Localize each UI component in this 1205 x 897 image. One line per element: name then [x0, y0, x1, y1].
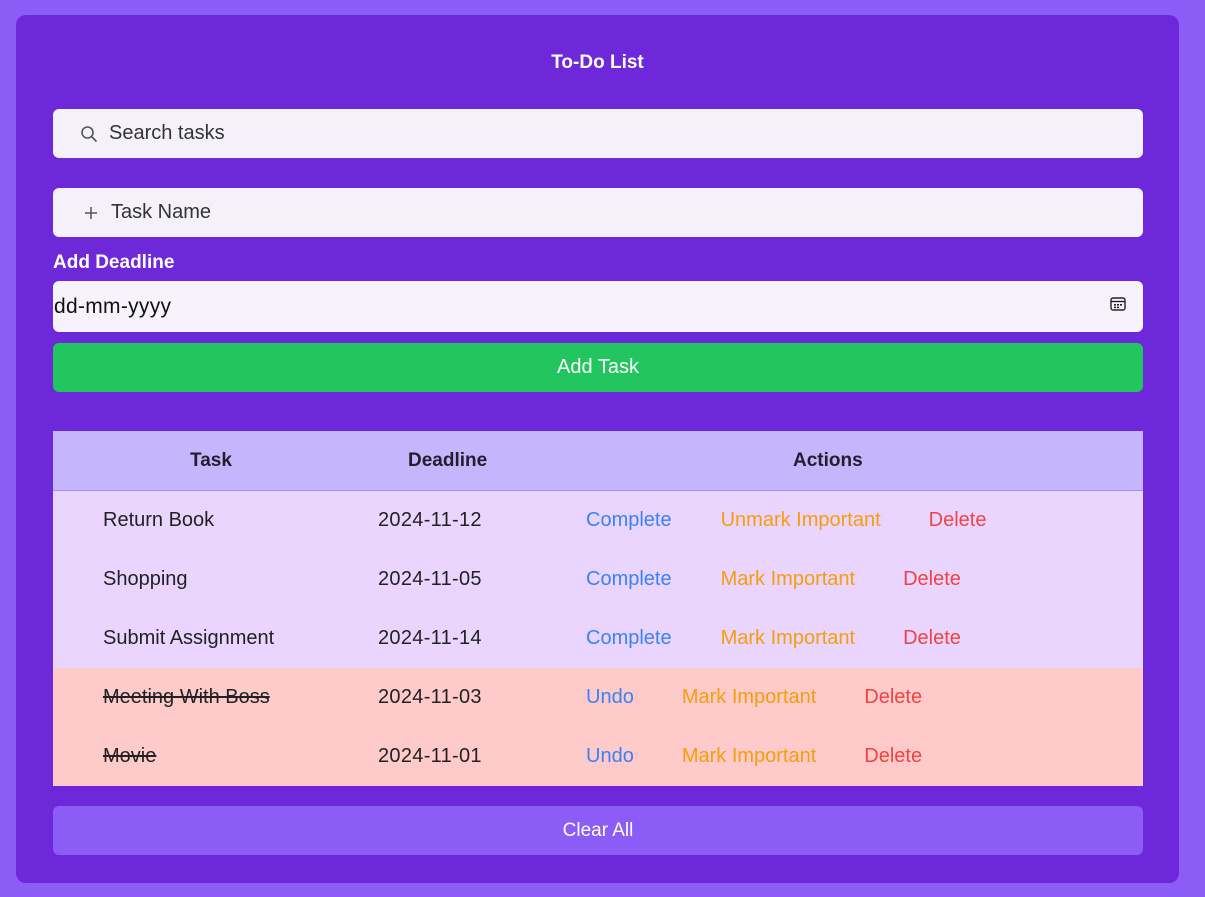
header-deadline: Deadline [408, 449, 488, 471]
table-header: Task Deadline Actions [53, 431, 1143, 491]
delete-button[interactable]: Delete [864, 745, 922, 768]
search-placeholder: Search tasks [109, 122, 225, 144]
undo-button[interactable]: Undo [586, 745, 634, 768]
task-name-placeholder: Task Name [111, 201, 212, 223]
undo-button[interactable]: Undo [586, 686, 634, 709]
task-name: Meeting With Boss [103, 686, 270, 708]
delete-button[interactable]: Delete [864, 686, 922, 709]
add-task-button[interactable]: Add Task [53, 343, 1143, 392]
task-deadline: 2024-11-14 [378, 627, 482, 649]
task-deadline: 2024-11-01 [378, 745, 482, 767]
plus-icon [81, 205, 101, 221]
task-deadline: 2024-11-05 [378, 568, 482, 590]
mark-important-button[interactable]: Mark Important [721, 627, 855, 650]
clear-all-button[interactable]: Clear All [53, 806, 1143, 855]
task-deadline: 2024-11-12 [378, 509, 482, 531]
deadline-label: Add Deadline [53, 252, 175, 273]
mark-important-button[interactable]: Mark Important [682, 686, 816, 709]
complete-button[interactable]: Complete [586, 568, 672, 591]
mark-important-button[interactable]: Mark Important [721, 568, 855, 591]
delete-button[interactable]: Delete [929, 509, 987, 532]
task-table: Task Deadline Actions Return Book 2024-1… [53, 431, 1143, 786]
table-row: Movie 2024-11-01 Undo Mark Important Del… [53, 727, 1143, 786]
table-row: Shopping 2024-11-05 Complete Mark Import… [53, 550, 1143, 609]
complete-button[interactable]: Complete [586, 509, 672, 532]
complete-button[interactable]: Complete [586, 627, 672, 650]
task-name: Submit Assignment [103, 627, 275, 649]
mark-important-button[interactable]: Mark Important [682, 745, 816, 768]
task-name: Shopping [103, 568, 188, 590]
task-name: Movie [103, 745, 157, 767]
deadline-placeholder: dd-mm-yyyy [54, 294, 172, 318]
table-row: Meeting With Boss 2024-11-03 Undo Mark I… [53, 668, 1143, 727]
table-row: Submit Assignment 2024-11-14 Complete Ma… [53, 609, 1143, 668]
calendar-icon[interactable] [1109, 295, 1127, 319]
header-task: Task [190, 449, 232, 471]
page-title: To-Do List [551, 52, 644, 73]
delete-button[interactable]: Delete [903, 568, 961, 591]
unmark-important-button[interactable]: Unmark Important [721, 509, 881, 532]
table-row: Return Book 2024-11-12 Complete Unmark I… [53, 491, 1143, 550]
task-name-input[interactable]: Task Name [53, 188, 1143, 237]
deadline-date-input[interactable]: dd-mm-yyyy [53, 281, 1143, 332]
task-deadline: 2024-11-03 [378, 686, 482, 708]
todo-card: To-Do List Search tasks Task Name Add De… [16, 15, 1179, 883]
search-input[interactable]: Search tasks [53, 109, 1143, 158]
search-icon [79, 125, 99, 143]
task-name: Return Book [103, 509, 215, 531]
header-actions: Actions [793, 449, 863, 471]
delete-button[interactable]: Delete [903, 627, 961, 650]
